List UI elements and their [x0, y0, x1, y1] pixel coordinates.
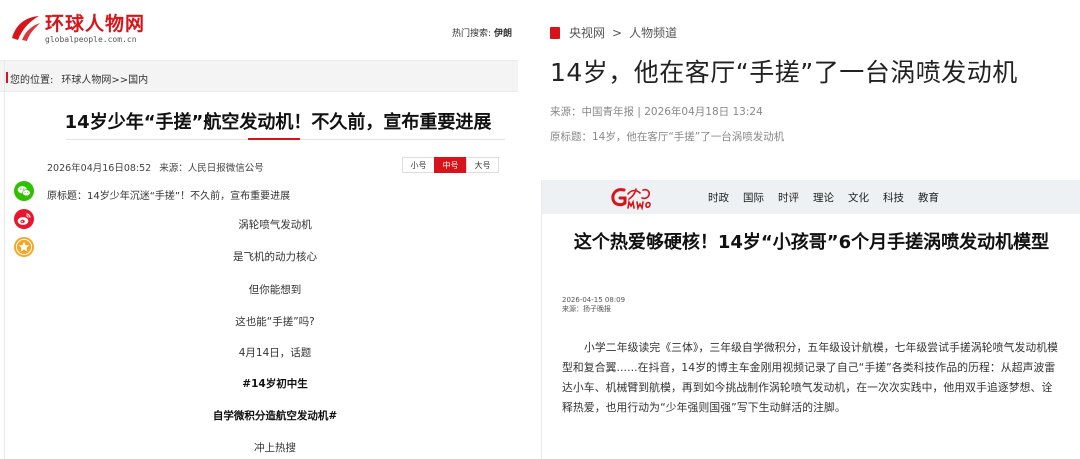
favorite-button[interactable]	[14, 237, 34, 257]
hot-search-label: 热门搜索:	[452, 29, 492, 39]
logo-text-block: 环球人物网 globalpeople.com.cn	[45, 14, 145, 44]
font-size-large-button[interactable]: 大号	[466, 157, 499, 173]
gmw-article-body: 小学二年级读完《三体》，三年级自学微积分，五年级设计航模，七年级尝试手搓涡轮喷气…	[562, 341, 1059, 414]
logo-domain: globalpeople.com.cn	[45, 35, 137, 44]
article-paragraph: 但你能想到	[248, 284, 302, 296]
breadcrumb-separator: >	[612, 25, 623, 40]
article-hashtag: #14岁初中生	[242, 378, 308, 390]
article-paragraph: 4月14日，话题	[238, 347, 312, 359]
breadcrumb-bar: 您的位置: 环球人物网>>国内	[0, 60, 518, 92]
article-hashtag: 自学微积分造航空发动机#	[212, 410, 338, 422]
wechat-icon	[14, 181, 34, 201]
breadcrumb-section-link[interactable]: >>国内	[111, 75, 148, 86]
breadcrumb-accent	[6, 72, 8, 83]
font-size-small-button[interactable]: 小号	[402, 157, 435, 173]
hot-search-link[interactable]: 伊朗	[494, 29, 512, 39]
gmw-article-source: 来源：扬子晚报	[562, 305, 611, 313]
cctv-bookmark-icon	[550, 26, 560, 39]
gmw-nav-item[interactable]: 教育	[918, 190, 939, 205]
original-title: 原标题：14岁少年沉迷“手搓”！不久前，宣布重要进展	[47, 191, 291, 202]
logo-text: 环球人物网	[45, 13, 146, 35]
gmw-nav-item[interactable]: 时政	[708, 190, 729, 205]
logo-mark-icon	[12, 16, 40, 41]
wechat-share-button[interactable]	[14, 181, 34, 201]
article-date: 2026年04月16日08:52	[47, 163, 152, 174]
weibo-icon	[14, 209, 34, 229]
font-size-medium-button[interactable]: 中号	[434, 157, 467, 173]
hot-search: 热门搜索: 伊朗	[452, 26, 512, 39]
cctv-breadcrumb: 央视网 > 人物频道	[550, 24, 677, 41]
article-paragraph: 冲上热搜	[254, 442, 296, 454]
gmw-nav-item[interactable]: 时评	[778, 190, 799, 205]
right-article-panel: 央视网 > 人物频道 14岁，他在客厅“手搓”了一台涡喷发动机 来源：中国青年报…	[528, 0, 1080, 459]
article-paragraph: 是飞机的动力核心	[233, 251, 317, 263]
breadcrumb: 您的位置: 环球人物网>>国内	[10, 71, 148, 86]
favorite-icon	[14, 237, 34, 257]
breadcrumb-site-link[interactable]: 央视网	[569, 24, 605, 41]
gmw-nav-item[interactable]: 理论	[813, 190, 834, 205]
gmw-nav-item[interactable]: 文化	[848, 190, 869, 205]
gmw-nav-item[interactable]: 科技	[883, 190, 904, 205]
article-source: 来源：人民日报微信公号	[159, 163, 264, 174]
cctv-source-line: 来源：中国青年报 | 2026年04月18日 13:24	[550, 106, 763, 118]
cctv-article-title: 14岁，他在客厅“手搓”了一台涡喷发动机	[550, 58, 1018, 87]
embedded-article: 时政 国际 时评 理论 文化 科技 教育 这个热爱够硬核！14岁“小孩哥”6个月…	[541, 180, 1080, 459]
gmw-nav-item[interactable]: 国际	[743, 190, 764, 205]
gmw-navbar: 时政 国际 时评 理论 文化 科技 教育	[542, 180, 1080, 214]
article-title: 14岁少年“手搓”航空发动机！不久前，宣布重要进展	[64, 112, 492, 133]
breadcrumb-home-link[interactable]: 环球人物网	[61, 75, 111, 86]
left-article-panel: 环球人物网 globalpeople.com.cn 热门搜索: 伊朗 您的位置: 环…	[0, 0, 518, 459]
cctv-original-title: 原标题：14岁，他在客厅“手搓”了一台涡喷发动机	[550, 131, 785, 143]
gmw-article-title: 这个热爱够硬核！14岁“小孩哥”6个月手搓涡喷发动机模型	[573, 232, 1050, 253]
gmw-article-date: 2026-04-15 08:09	[562, 296, 626, 304]
gmw-logo-icon	[611, 188, 651, 211]
breadcrumb-prefix: 您的位置:	[10, 75, 54, 86]
article-paragraph: 涡轮喷气发动机	[238, 219, 312, 231]
breadcrumb-channel-link[interactable]: 人物频道	[629, 24, 677, 41]
font-size-switcher: 小号 中号 大号	[402, 157, 499, 173]
gmw-logo[interactable]	[610, 185, 674, 215]
site-logo[interactable]: 环球人物网 globalpeople.com.cn	[8, 14, 145, 44]
article-meta: 2026年04月16日08:52 来源：人民日报微信公号	[47, 160, 264, 174]
title-divider-accent	[248, 138, 300, 140]
article-paragraph: 这也能“手搓”吗?	[235, 316, 315, 328]
weibo-share-button[interactable]	[14, 209, 34, 229]
gmw-nav-menu: 时政 国际 时评 理论 文化 科技 教育	[708, 190, 953, 205]
